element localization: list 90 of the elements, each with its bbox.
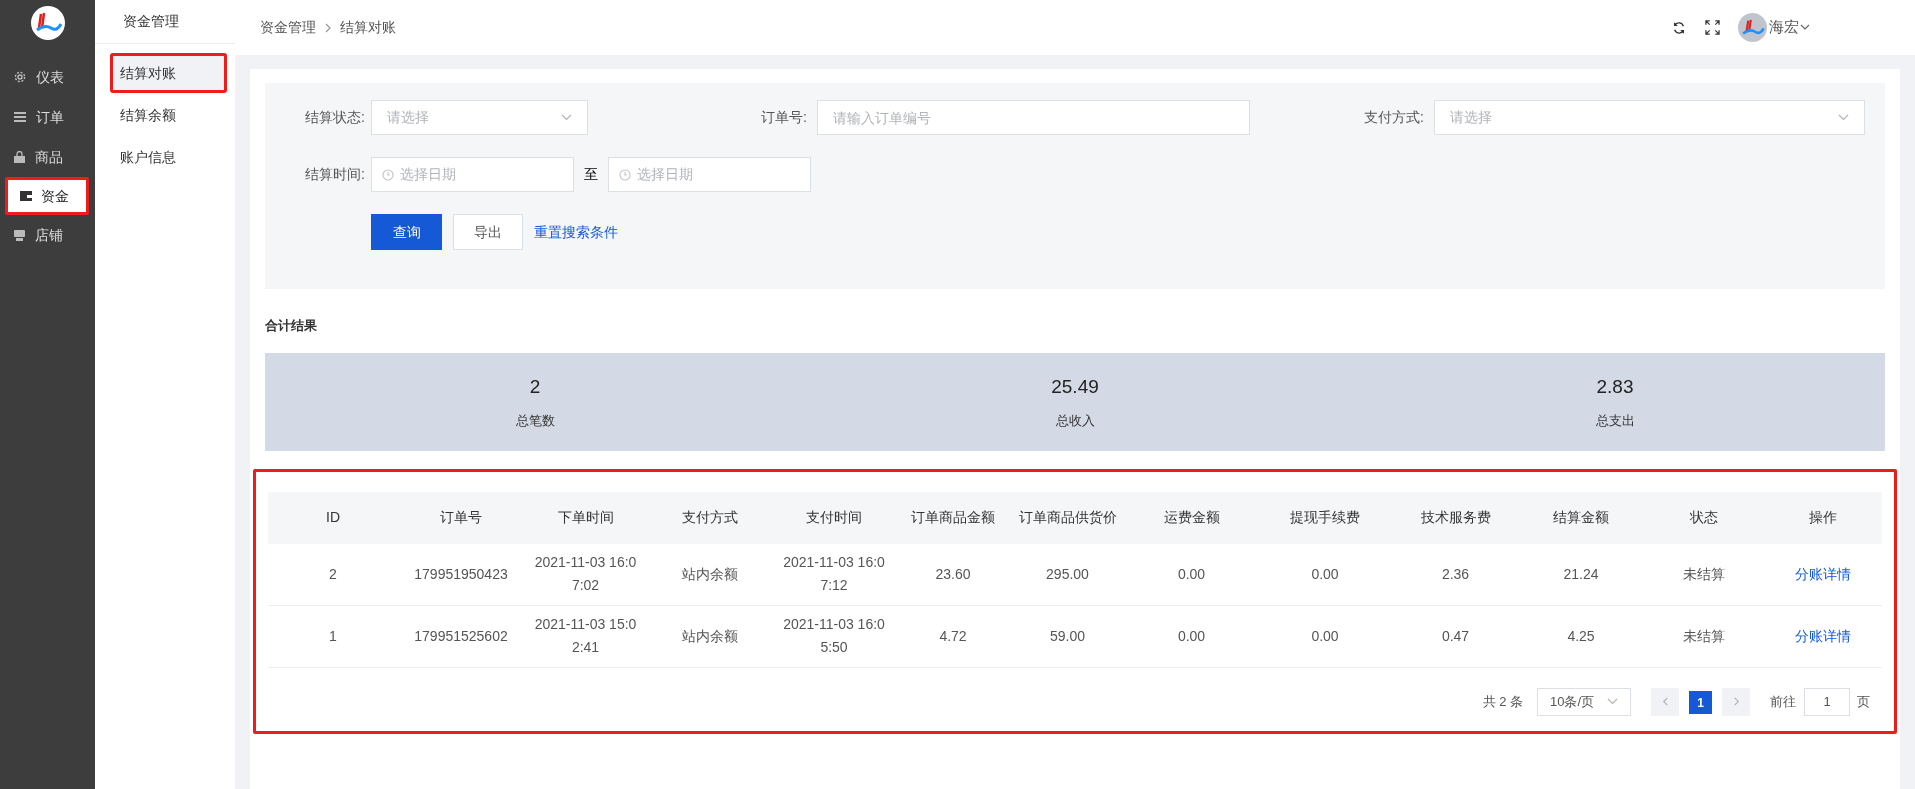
table-cell-text: 站内余额 bbox=[680, 626, 739, 646]
column-header: 运费金额 bbox=[1162, 508, 1221, 527]
chevron-down-icon bbox=[561, 114, 572, 121]
column-header: 支付方式 bbox=[680, 508, 739, 527]
nav-item[interactable]: 仪表 bbox=[0, 57, 95, 97]
table-cell-text: 2021-11-03 16:07:12 bbox=[782, 553, 886, 595]
order-number-input[interactable]: 请输入订单编号 bbox=[817, 100, 1250, 135]
page-size-select[interactable]: 10条/页 bbox=[1537, 687, 1631, 716]
table-cell-text: 2.36 bbox=[1440, 564, 1471, 584]
clock-icon bbox=[619, 168, 631, 181]
column-header: 提现手续费 bbox=[1289, 508, 1361, 527]
table-cell-text: 295.00 bbox=[1045, 564, 1090, 584]
chevron-right-icon bbox=[1731, 697, 1741, 706]
goto-label: 前往 bbox=[1770, 692, 1796, 711]
column-header: ID bbox=[325, 508, 341, 527]
field-label: 结算时间: bbox=[304, 165, 366, 184]
wallet-icon bbox=[20, 191, 32, 201]
fullscreen-icon[interactable] bbox=[1705, 20, 1720, 35]
table-cell-text: 179951950423 bbox=[413, 564, 509, 584]
range-separator: 至 bbox=[584, 165, 598, 184]
nav-item[interactable]: 资金 bbox=[5, 177, 89, 215]
column-header: 支付时间 bbox=[805, 508, 863, 527]
stat-value: 2.83 bbox=[1596, 374, 1634, 399]
table-cell-text: 4.72 bbox=[938, 626, 968, 646]
reset-link[interactable]: 重置搜索条件 bbox=[534, 221, 618, 243]
column-header: 订单商品供货价 bbox=[1017, 508, 1118, 527]
stat-value: 2 bbox=[529, 374, 541, 399]
table-cell-text: 0.00 bbox=[1310, 626, 1340, 646]
nav-item[interactable]: 订单 bbox=[0, 97, 95, 137]
stat-label: 总支出 bbox=[1595, 412, 1635, 430]
chevron-left-icon bbox=[1660, 697, 1670, 706]
breadcrumb-item: 结算对账 bbox=[340, 18, 396, 37]
field-label: 支付方式: bbox=[1364, 108, 1425, 127]
table-cell-text: 0.00 bbox=[1176, 564, 1207, 584]
list-icon bbox=[14, 112, 26, 122]
nav-item[interactable]: 商品 bbox=[0, 137, 95, 177]
chevron-down-icon bbox=[1838, 114, 1849, 121]
page-button[interactable]: 1 bbox=[1689, 691, 1712, 714]
column-header: 订单号 bbox=[439, 508, 483, 527]
search-button[interactable]: 查询 bbox=[371, 214, 442, 250]
gear-icon bbox=[14, 71, 26, 83]
stat-value: 25.49 bbox=[1051, 374, 1099, 399]
submenu-item[interactable]: 结算余额 bbox=[110, 95, 227, 135]
table-cell-text: 2021-11-03 16:05:50 bbox=[782, 615, 886, 657]
table-cell-text: 1 bbox=[328, 626, 338, 646]
export-button[interactable]: 导出 bbox=[453, 214, 523, 250]
chevron-down-icon bbox=[1607, 698, 1618, 705]
table-cell-text: 0.00 bbox=[1176, 626, 1207, 646]
table-cell-text: 23.60 bbox=[934, 564, 972, 584]
table-cell-text: 0.00 bbox=[1310, 564, 1340, 584]
refresh-icon[interactable] bbox=[1672, 20, 1686, 35]
stat-label: 总收入 bbox=[1055, 412, 1095, 430]
section-title: 合计结果 bbox=[265, 317, 318, 335]
total-count: 共 2 条 bbox=[1482, 692, 1523, 711]
detail-link[interactable]: 分账详情 bbox=[1795, 563, 1851, 585]
submenu-item[interactable]: 结算对账 bbox=[110, 53, 227, 93]
column-header: 状态 bbox=[1688, 508, 1719, 527]
logo-icon bbox=[30, 6, 65, 40]
table-cell-text: 0.47 bbox=[1440, 626, 1471, 646]
table-cell-text: 179951525602 bbox=[413, 626, 509, 646]
caret-icon bbox=[1800, 24, 1810, 31]
submenu-item[interactable]: 账户信息 bbox=[110, 137, 227, 177]
store-icon bbox=[14, 229, 25, 241]
bag-icon bbox=[14, 151, 25, 163]
table-cell-text: 2021-11-03 16:07:02 bbox=[533, 553, 638, 595]
field-label: 订单号: bbox=[761, 108, 808, 127]
page-input[interactable]: 1 bbox=[1804, 687, 1850, 716]
chevron-right-icon bbox=[324, 22, 332, 33]
table-cell-text: 2 bbox=[328, 564, 338, 584]
breadcrumb-item[interactable]: 资金管理 bbox=[260, 17, 316, 38]
table-cell-text: 4.25 bbox=[1566, 626, 1596, 646]
table-cell-text: 59.00 bbox=[1048, 626, 1086, 646]
user-menu[interactable]: 海宏 bbox=[1769, 16, 1810, 39]
page-suffix: 页 bbox=[1857, 692, 1870, 711]
table-cell-text: 2021-11-03 15:02:41 bbox=[533, 615, 638, 657]
column-header: 操作 bbox=[1808, 508, 1838, 527]
avatar-icon[interactable] bbox=[1738, 13, 1767, 42]
table-cell-text: 21.24 bbox=[1562, 564, 1600, 584]
clock-icon bbox=[382, 168, 394, 181]
column-header: 结算金额 bbox=[1552, 508, 1610, 527]
nav-item[interactable]: 店铺 bbox=[0, 215, 95, 255]
column-header: 订单商品金额 bbox=[910, 508, 996, 527]
table-cell-text: 未结算 bbox=[1681, 564, 1726, 584]
detail-link[interactable]: 分账详情 bbox=[1795, 625, 1851, 647]
field-label: 结算状态: bbox=[304, 108, 366, 127]
column-header: 技术服务费 bbox=[1419, 508, 1492, 527]
table-cell-text: 站内余额 bbox=[680, 564, 739, 584]
stat-label: 总笔数 bbox=[515, 412, 555, 430]
table-cell-text: 未结算 bbox=[1681, 626, 1726, 646]
column-header: 下单时间 bbox=[556, 508, 615, 527]
